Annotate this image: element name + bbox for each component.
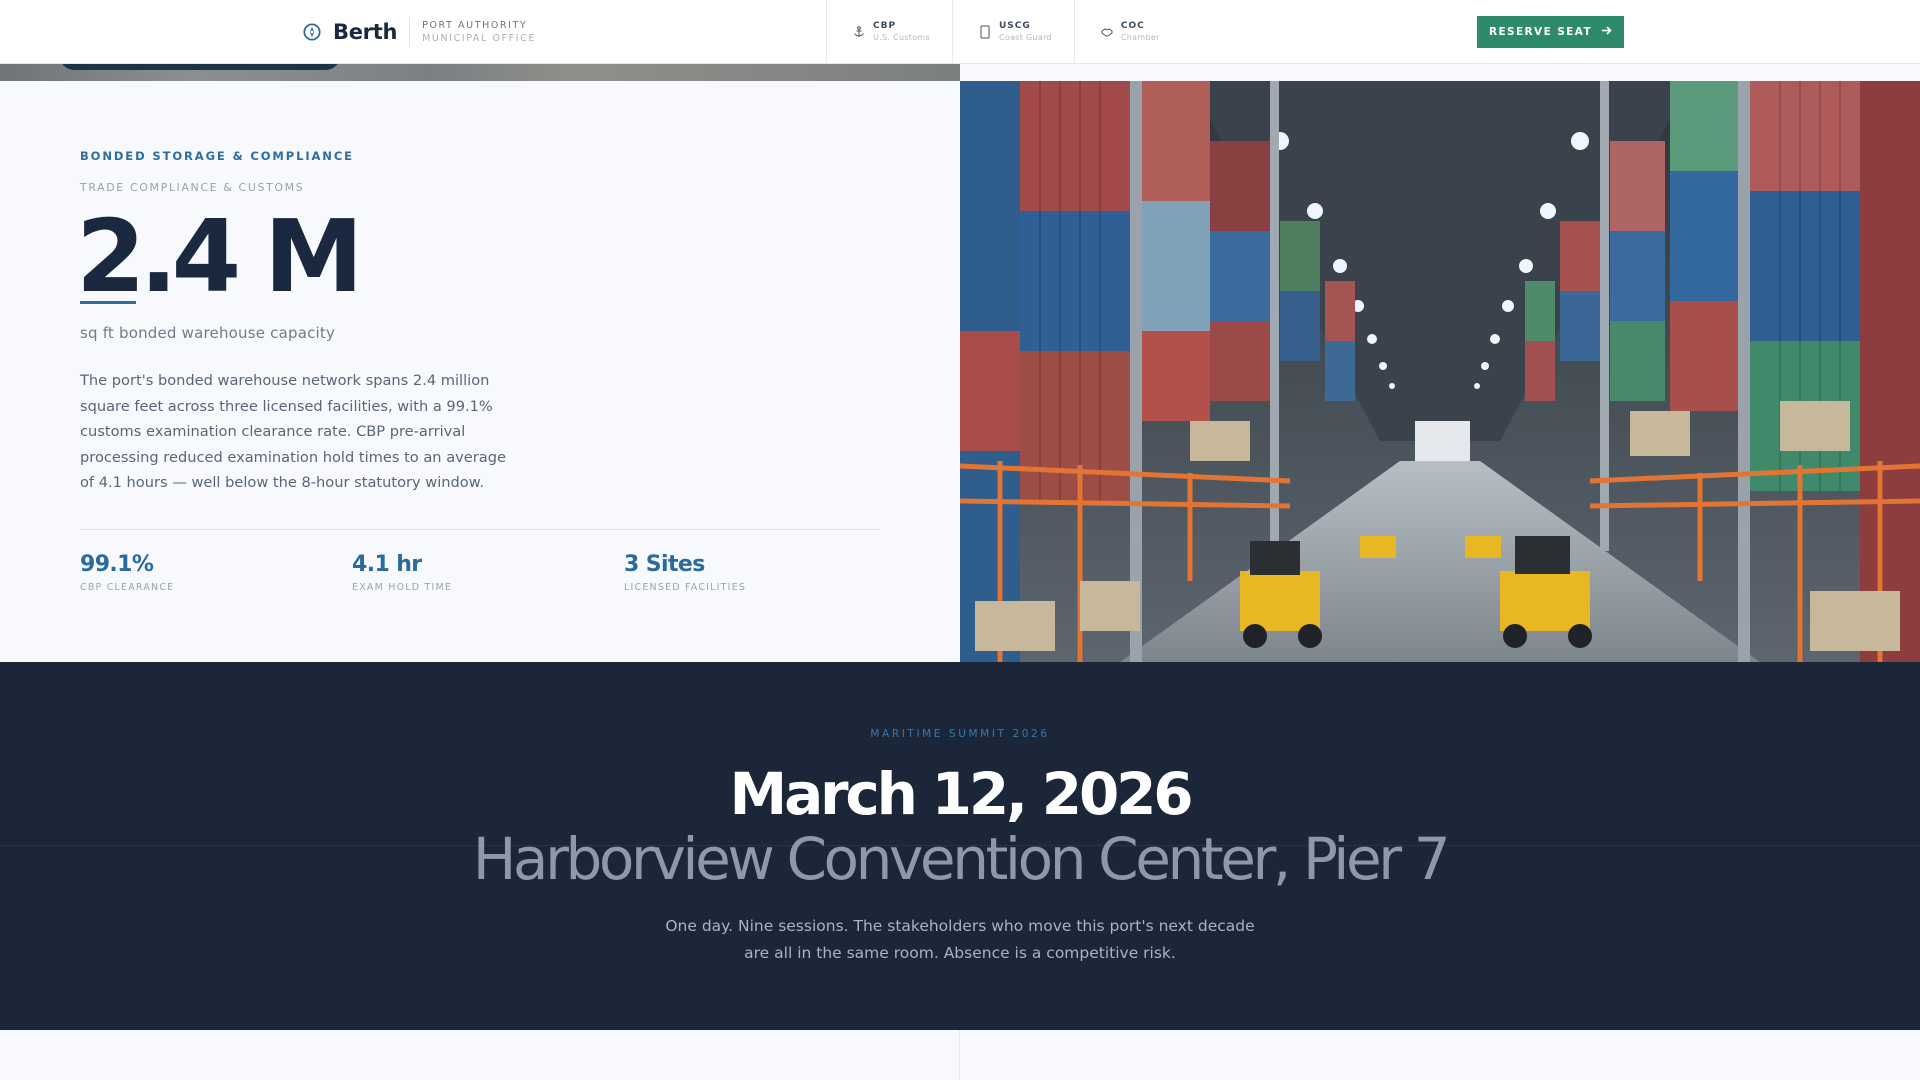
agency-name: U.S. Customs [873,33,930,42]
agency-code: USCG [998,21,1031,31]
next-section-divider [959,1030,960,1080]
agency-link-uscg[interactable]: USCG Coast Guard [951,0,1074,64]
summit-event-band: MARITIME SUMMIT 2026 March 12, 2026 Harb… [0,662,1920,1030]
brand-divider [409,17,411,47]
agency-links: CBP U.S. Customs USCG Coast Guard COC Ch… [826,0,1182,64]
stats-divider [80,529,880,530]
brand-subtitle: PORT AUTHORITY MUNICIPAL OFFICE [422,19,536,45]
stat-label: LICENSED FACILITIES [624,582,747,593]
brand[interactable]: Berth PORT AUTHORITY MUNICIPAL OFFICE [303,0,536,64]
next-section [0,1030,1920,1080]
agency-name: Chamber [1120,33,1160,42]
top-navigation-bar: Berth PORT AUTHORITY MUNICIPAL OFFICE CB… [0,0,1920,64]
previous-section-image-strip [0,64,960,81]
stat-label: EXAM HOLD TIME [352,582,453,593]
agency-text-coc: COC Chamber [1121,21,1160,43]
section-eyebrow: BONDED STORAGE & COMPLIANCE [80,149,354,163]
compass-logo-icon [303,23,321,41]
reserve-seat-button[interactable]: RESERVE SEAT [1477,16,1624,48]
agency-code: COC [1120,21,1145,31]
stat-exam-hold-time: 4.1 hr EXAM HOLD TIME [352,551,452,593]
event-description: One day. Nine sessions. The stakeholders… [660,913,1260,967]
stat-value: 99.1% [80,552,154,577]
handshake-icon [1100,25,1114,39]
stat-licensed-facilities: 3 Sites LICENSED FACILITIES [624,551,746,593]
event-venue: Harborview Convention Center, Pier 7 [472,825,1451,893]
event-description-line-1: One day. Nine sessions. The stakeholders… [665,917,1255,935]
agency-link-cbp[interactable]: CBP U.S. Customs [826,0,952,64]
reserve-seat-label: RESERVE SEAT [1488,26,1593,38]
stat-label: CBP CLEARANCE [80,582,175,593]
stat-cbp-clearance: 99.1% CBP CLEARANCE [80,551,174,593]
brand-name: Berth [333,20,398,44]
agency-code: CBP [873,21,897,31]
metric-underline [80,301,136,304]
headline-metric: 2.4 M [76,198,363,315]
event-date: March 12, 2026 [729,760,1194,828]
arrow-right-icon [1601,25,1612,39]
shield-icon [978,25,992,39]
agency-name: Coast Guard [998,33,1052,42]
agency-text-uscg: USCG Coast Guard [999,21,1052,43]
brand-subtitle-line-2: MUNICIPAL OFFICE [422,33,536,44]
agency-link-coc[interactable]: COC Chamber [1073,0,1182,64]
stat-value: 3 Sites [624,552,705,577]
brand-subtitle-line-1: PORT AUTHORITY [422,20,528,31]
agency-text-cbp: CBP U.S. Customs [873,21,930,43]
section-subeyebrow: TRADE COMPLIANCE & CUSTOMS [80,181,305,194]
section-body-copy: The port's bonded warehouse network span… [80,372,506,492]
metric-caption: sq ft bonded warehouse capacity [80,324,336,342]
event-description-line-2: are all in the same room. Absence is a c… [744,944,1176,962]
warehouse-photo [960,81,1920,662]
bonded-storage-section: BONDED STORAGE & COMPLIANCE TRADE COMPLI… [0,81,960,662]
stat-value: 4.1 hr [352,552,422,577]
event-eyebrow: MARITIME SUMMIT 2026 [870,728,1050,740]
anchor-icon [852,25,866,39]
